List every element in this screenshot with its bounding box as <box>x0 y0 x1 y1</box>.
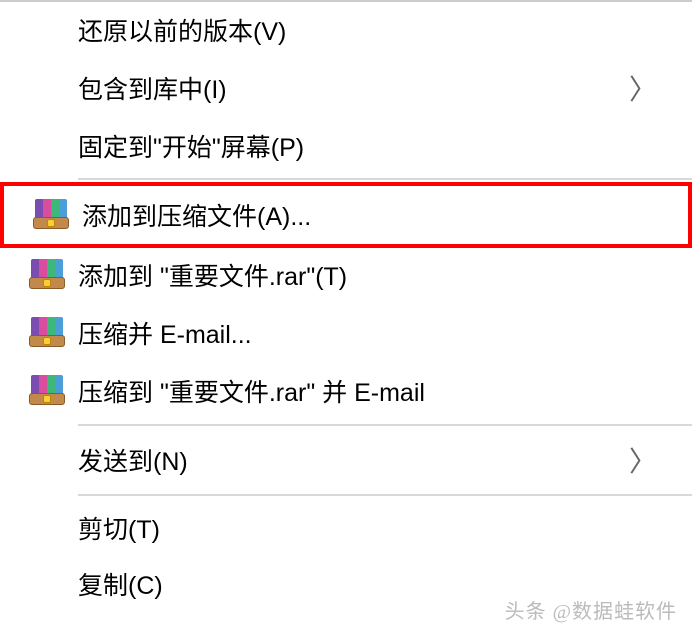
menu-item-pin-start[interactable]: 固定到"开始"屏幕(P) <box>0 118 692 174</box>
chevron-right-icon: 〉 <box>629 440 672 480</box>
chevron-right-icon: 〉 <box>629 68 672 108</box>
menu-item-include-library[interactable]: 包含到库中(I) 〉 <box>0 58 692 118</box>
menu-separator <box>78 178 692 180</box>
menu-item-compress-named-email[interactable]: 压缩到 "重要文件.rar" 并 E-mail <box>0 362 692 420</box>
menu-item-compress-email[interactable]: 压缩并 E-mail... <box>0 304 692 362</box>
menu-label: 剪切(T) <box>78 510 672 546</box>
menu-label: 压缩并 E-mail... <box>78 315 672 351</box>
winrar-icon <box>28 372 66 410</box>
menu-separator <box>78 494 692 496</box>
menu-item-add-to-named-rar[interactable]: 添加到 "重要文件.rar"(T) <box>0 246 692 304</box>
menu-label: 添加到 "重要文件.rar"(T) <box>78 257 672 293</box>
menu-label: 压缩到 "重要文件.rar" 并 E-mail <box>78 373 672 409</box>
menu-label: 固定到"开始"屏幕(P) <box>78 128 672 164</box>
menu-label: 发送到(N) <box>78 442 629 478</box>
menu-item-cut[interactable]: 剪切(T) <box>0 500 692 556</box>
context-menu: 还原以前的版本(V) 包含到库中(I) 〉 固定到"开始"屏幕(P) 添加到压缩… <box>0 0 692 612</box>
menu-item-restore-previous[interactable]: 还原以前的版本(V) <box>0 2 692 58</box>
watermark-text: 头条 @数据蛙软件 <box>505 595 677 624</box>
winrar-icon <box>28 314 66 352</box>
menu-label: 包含到库中(I) <box>78 70 629 106</box>
winrar-icon <box>32 196 70 234</box>
menu-separator <box>78 424 692 426</box>
menu-item-send-to[interactable]: 发送到(N) 〉 <box>0 430 692 490</box>
menu-item-add-to-archive[interactable]: 添加到压缩文件(A)... <box>0 182 692 248</box>
menu-label: 添加到压缩文件(A)... <box>82 197 668 233</box>
menu-label: 还原以前的版本(V) <box>78 12 672 48</box>
winrar-icon <box>28 256 66 294</box>
